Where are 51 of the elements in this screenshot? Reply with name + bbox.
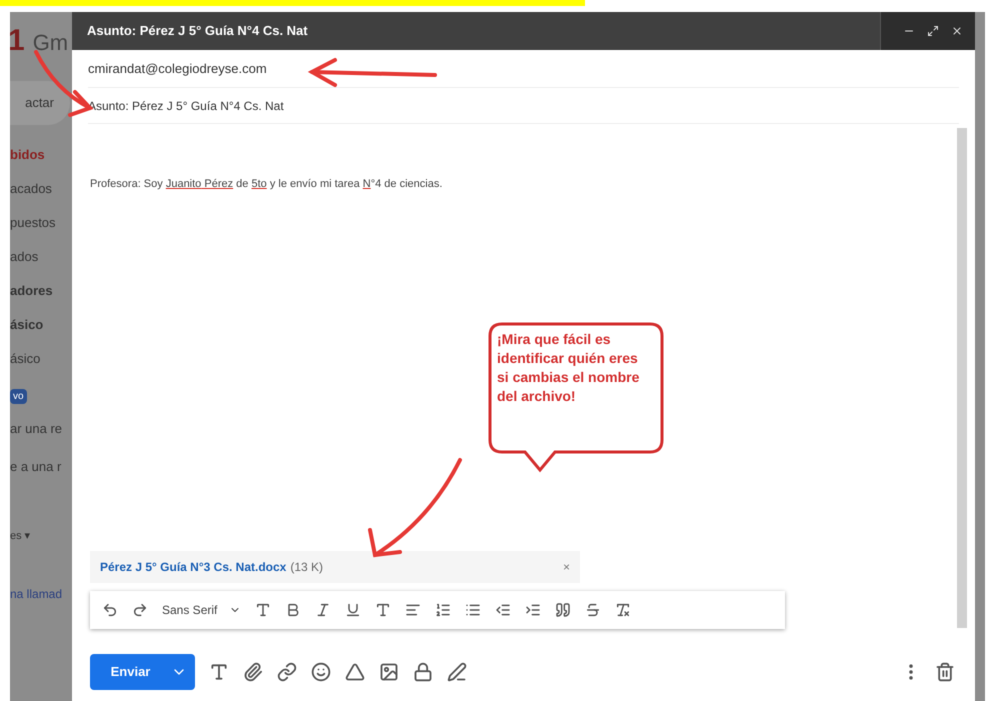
redo-icon[interactable] bbox=[132, 602, 148, 618]
italic-icon[interactable] bbox=[315, 602, 332, 618]
sidebar-text: e a una r bbox=[10, 458, 62, 476]
formatting-icon[interactable] bbox=[209, 662, 229, 682]
compose-button[interactable]: actar bbox=[10, 81, 70, 125]
folder-item[interactable]: ados bbox=[10, 247, 72, 281]
new-badge: vo bbox=[10, 389, 27, 404]
numbered-list-icon[interactable] bbox=[435, 602, 452, 618]
underline-icon[interactable] bbox=[345, 602, 362, 618]
attach-icon[interactable] bbox=[243, 662, 263, 682]
logo-text: Gm bbox=[32, 29, 68, 57]
call-link[interactable]: na llamad bbox=[10, 584, 72, 602]
attachment-size: (13 K) bbox=[290, 559, 324, 576]
indent-more-icon[interactable] bbox=[525, 602, 542, 618]
recipient-field[interactable]: cmirandat@colegiodreyse.com bbox=[88, 58, 267, 78]
folder-item[interactable]: bidos bbox=[10, 145, 72, 179]
align-icon[interactable] bbox=[405, 602, 422, 618]
window-title: Asunto: Pérez J 5° Guía N°4 Cs. Nat bbox=[87, 22, 309, 40]
expand-icon[interactable] bbox=[927, 25, 939, 37]
font-selector[interactable]: Sans Serif bbox=[162, 601, 242, 619]
more-toggle[interactable]: es ▾ bbox=[10, 528, 72, 544]
lock-icon[interactable] bbox=[413, 662, 433, 682]
folder-item[interactable]: adores bbox=[10, 281, 72, 315]
sidebar-text: ar una re bbox=[10, 420, 64, 438]
indent-less-icon[interactable] bbox=[495, 602, 512, 618]
quote-icon[interactable] bbox=[555, 602, 572, 618]
image-icon[interactable] bbox=[379, 662, 399, 682]
send-button[interactable]: Enviar bbox=[90, 654, 195, 690]
remove-attachment-button[interactable]: × bbox=[562, 558, 570, 576]
clear-formatting-icon[interactable] bbox=[615, 602, 632, 618]
folder-item[interactable]: ásico bbox=[10, 349, 72, 383]
callout-text: ¡Mira que fácil es identificar quién eres si cambias el nombre del archivo! bbox=[497, 330, 640, 406]
folder-item[interactable]: ásico bbox=[10, 315, 72, 349]
message-body[interactable]: Profesora: Soy Juanito Pérez de 5to y le envío mi tarea N°4 de ciencias. bbox=[90, 176, 949, 192]
emoji-icon[interactable] bbox=[311, 662, 331, 682]
attachment-chip[interactable]: Pérez J 5° Guía N°3 Cs. Nat.docx (13 K) × bbox=[90, 551, 580, 583]
folder-item[interactable]: acados bbox=[10, 179, 72, 213]
logo-digit: 1 bbox=[10, 23, 25, 59]
folder-item[interactable]: puestos bbox=[10, 213, 72, 247]
triangle-icon[interactable] bbox=[345, 662, 365, 682]
attachment-name[interactable]: Pérez J 5° Guía N°3 Cs. Nat.docx bbox=[100, 558, 286, 576]
scrollbar[interactable] bbox=[957, 128, 967, 628]
link-icon[interactable] bbox=[277, 662, 297, 682]
undo-icon[interactable] bbox=[102, 602, 118, 618]
text-size-icon[interactable] bbox=[255, 602, 272, 618]
text-color-icon[interactable] bbox=[375, 602, 392, 618]
close-icon[interactable] bbox=[951, 25, 963, 37]
pen-icon[interactable] bbox=[447, 662, 467, 682]
trash-icon[interactable] bbox=[935, 662, 955, 682]
bulleted-list-icon[interactable] bbox=[465, 602, 482, 618]
strikethrough-icon[interactable] bbox=[585, 602, 602, 618]
